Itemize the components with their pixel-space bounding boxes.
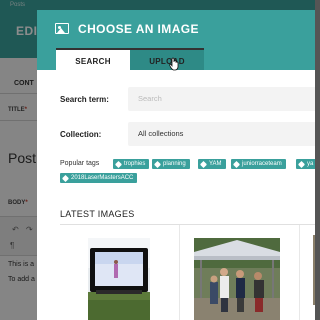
- image-icon: [55, 23, 69, 34]
- tag-ya[interactable]: ya: [296, 159, 315, 169]
- modal-title: CHOOSE AN IMAGE: [78, 22, 199, 36]
- mouse-pointer-icon: [169, 57, 179, 71]
- tab-search[interactable]: SEARCH: [56, 48, 130, 70]
- search-input[interactable]: [128, 87, 315, 111]
- tag-icon: [232, 160, 241, 168]
- image-card[interactable]: [180, 225, 300, 320]
- tag-icon: [199, 160, 208, 168]
- choose-image-modal: CHOOSE AN IMAGE SEARCH UPLOAD Search ter…: [37, 10, 315, 320]
- collection-label: Collection:: [60, 130, 102, 139]
- tag-trophies[interactable]: trophies: [113, 159, 150, 169]
- outdoor-movie-screen-image[interactable]: [88, 238, 150, 320]
- popular-tags-label: Popular tags: [60, 160, 100, 167]
- tag-yam[interactable]: YAM: [198, 159, 226, 169]
- search-term-label: Search term:: [60, 95, 109, 104]
- partial-image-thumbnail[interactable]: [313, 235, 315, 305]
- tag-icon: [61, 174, 70, 182]
- tag-2018lasermastersacc[interactable]: 2018LaserMastersACC: [60, 173, 138, 183]
- tag-juniorraceteam[interactable]: juniorraceteam: [231, 159, 286, 169]
- tag-icon: [153, 160, 162, 168]
- latest-images-heading: LATEST IMAGES: [60, 209, 135, 219]
- tag-icon: [114, 160, 123, 168]
- tab-upload[interactable]: UPLOAD: [130, 48, 204, 70]
- collection-select[interactable]: All collections: [128, 122, 315, 146]
- image-card[interactable]: [60, 225, 180, 320]
- tag-icon: [297, 160, 306, 168]
- tag-planning[interactable]: planning: [152, 159, 190, 169]
- tent-group-photo-image[interactable]: [194, 238, 280, 320]
